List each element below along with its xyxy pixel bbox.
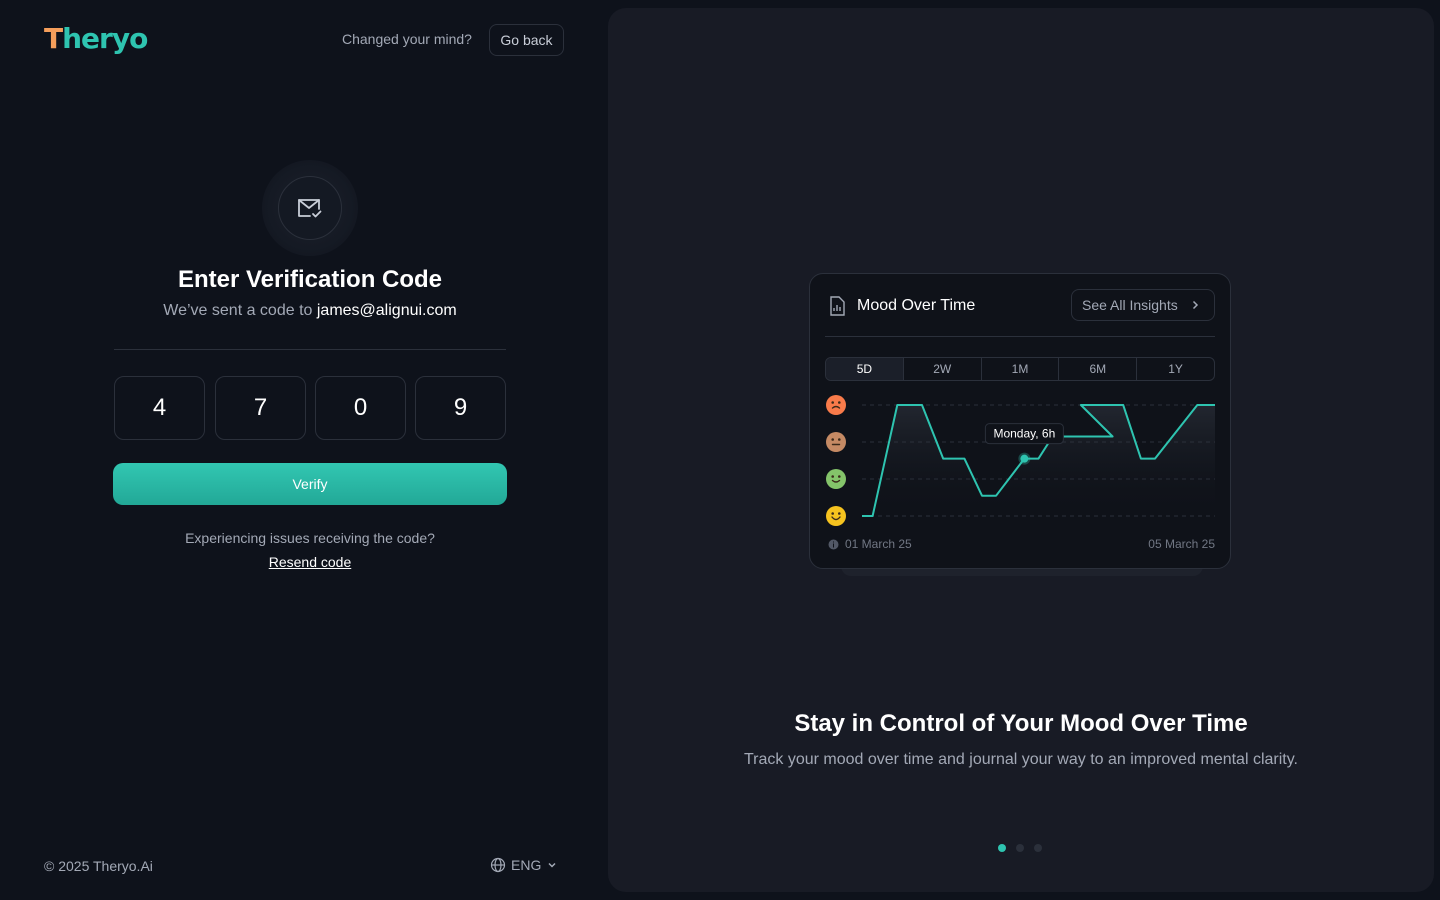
highlight-point — [1020, 454, 1029, 463]
resend-code-link[interactable]: Resend code — [0, 554, 620, 570]
otp-digit-1[interactable] — [114, 376, 205, 440]
card-title: Mood Over Time — [857, 297, 976, 314]
info-icon — [828, 539, 839, 549]
tab-5d[interactable]: 5D — [826, 358, 904, 380]
otp-digit-2[interactable] — [215, 376, 306, 440]
promo-description: Track your mood over time and journal yo… — [743, 751, 1298, 768]
go-back-button[interactable]: Go back — [489, 24, 564, 56]
user-email: james@alignui.com — [316, 302, 457, 319]
code-sent-prefix: We’ve sent a code to — [163, 302, 313, 319]
mood-chart: Monday, 6h — [826, 395, 1215, 526]
carousel-dot-2[interactable] — [1016, 844, 1024, 852]
start-date: 01 March 25 — [828, 537, 912, 551]
carousel-dot-1[interactable] — [998, 844, 1006, 852]
happy-emoji-icon — [826, 506, 846, 526]
tab-1y[interactable]: 1Y — [1137, 358, 1214, 380]
tab-1m[interactable]: 1M — [982, 358, 1060, 380]
language-selector[interactable]: ENG — [490, 857, 558, 873]
mail-check-icon — [298, 199, 322, 218]
otp-digit-3[interactable] — [315, 376, 406, 440]
promo-panel: Mood Over Time See All Insights 5D 2W 1M… — [608, 8, 1434, 892]
end-date: 05 March 25 — [1148, 537, 1215, 551]
chevron-right-icon — [1192, 300, 1198, 310]
verify-button[interactable]: Verify — [113, 463, 507, 505]
promo-headline: Stay in Control of Your Mood Over Time — [794, 710, 1248, 737]
issues-text: Experiencing issues receiving the code? — [185, 530, 435, 546]
start-date-label: 01 March 25 — [845, 537, 912, 551]
tab-6m[interactable]: 6M — [1059, 358, 1138, 380]
globe-icon — [490, 857, 506, 873]
chevron-down-icon — [548, 862, 556, 868]
logo: Theryo — [44, 22, 148, 55]
code-sent-text: We’ve sent a code to james@alignui.com — [0, 302, 620, 320]
page-title: Enter Verification Code — [177, 266, 443, 293]
tooltip-label: Monday, 6h — [993, 427, 1055, 441]
copyright: © 2025 Theryo.Ai — [44, 858, 153, 874]
angry-emoji-icon — [826, 395, 846, 415]
mail-icon-badge — [278, 176, 342, 240]
chart-file-icon — [830, 296, 845, 316]
changed-mind-text: Changed your mind? — [342, 31, 472, 47]
calm-emoji-icon — [826, 469, 846, 489]
carousel-dots — [998, 844, 1042, 852]
carousel-dot-3[interactable] — [1034, 844, 1042, 852]
insights-label: See All Insights — [1082, 297, 1178, 313]
language-label: ENG — [511, 857, 542, 873]
divider — [114, 349, 506, 350]
range-tabs: 5D 2W 1M 6M 1Y — [825, 357, 1215, 381]
otp-digit-4[interactable] — [415, 376, 506, 440]
mail-icon-ring — [262, 160, 358, 256]
tab-2w[interactable]: 2W — [904, 358, 982, 380]
auth-panel: Theryo Changed your mind? Go back Enter … — [0, 0, 608, 900]
card-divider — [825, 336, 1215, 337]
mood-area — [862, 405, 1215, 516]
see-all-insights-button[interactable]: See All Insights — [1071, 289, 1215, 321]
mood-card: Mood Over Time See All Insights 5D 2W 1M… — [809, 273, 1231, 569]
neutral-emoji-icon — [826, 432, 846, 452]
